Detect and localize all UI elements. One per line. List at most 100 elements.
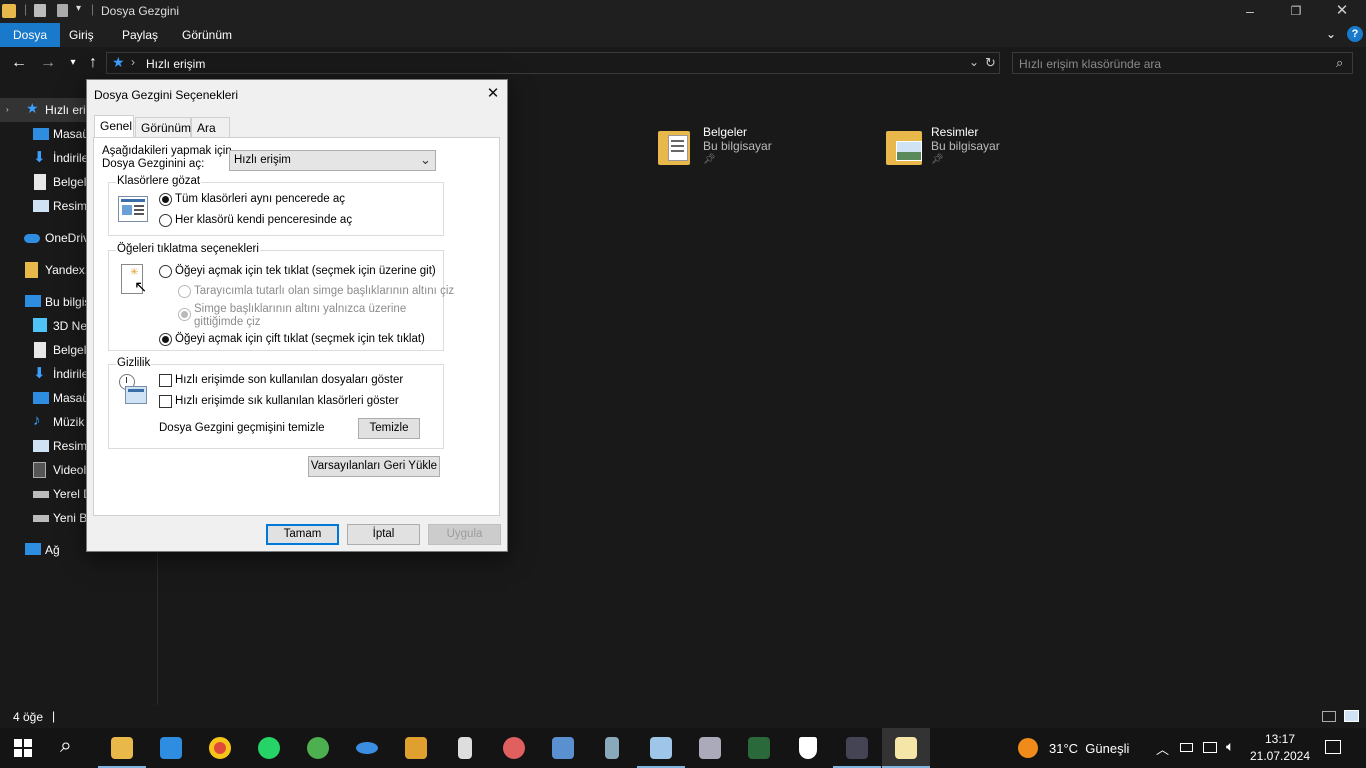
tile-pictures[interactable]: Resimler Bu bilgisayar 📌︎ xyxy=(931,125,1000,165)
network-icon xyxy=(25,543,41,555)
app-taskbar-icon[interactable] xyxy=(343,728,391,768)
frequent-folders-checkbox[interactable] xyxy=(159,395,172,408)
clock-date[interactable]: 21.07.2024 xyxy=(1248,749,1312,763)
notifications-icon[interactable] xyxy=(1325,740,1341,754)
close-button[interactable]: ✕ xyxy=(1319,0,1365,23)
large-icons-view-icon[interactable] xyxy=(1344,710,1359,722)
chevron-down-icon[interactable]: ⌄ xyxy=(420,152,431,168)
documents-folder-icon[interactable] xyxy=(656,125,692,169)
terminal-taskbar-icon[interactable] xyxy=(735,728,783,768)
general-tab-panel: Aşağıdakileri yapmak için Dosya Gezginin… xyxy=(93,137,500,516)
notepad-taskbar-icon[interactable] xyxy=(637,728,685,768)
chrome-taskbar-icon[interactable] xyxy=(196,728,244,768)
desktop-icon xyxy=(33,128,49,140)
tab-home[interactable]: Giriş xyxy=(56,23,107,47)
underline-browser-radio[interactable] xyxy=(178,285,191,298)
tab-view[interactable]: Görünüm xyxy=(169,23,245,47)
new-folder-icon[interactable] xyxy=(57,4,68,17)
cloud-icon xyxy=(24,234,40,243)
refresh-icon[interactable]: ↻ xyxy=(985,55,996,71)
restore-defaults-button[interactable]: Varsayılanları Geri Yükle xyxy=(308,456,440,477)
privacy-icon xyxy=(119,374,149,406)
properties-icon[interactable] xyxy=(34,4,46,17)
tab-file[interactable]: Dosya xyxy=(0,23,61,47)
open-to-select[interactable]: Hızlı erişim ⌄ xyxy=(229,150,436,171)
underline-hover-label-1[interactable]: Simge başlıklarının altını yalnızca üzer… xyxy=(194,303,406,315)
globe-taskbar-icon[interactable] xyxy=(294,728,342,768)
apply-button[interactable]: Uygula xyxy=(428,524,501,545)
double-click-label[interactable]: Öğeyi açmak için çift tıklat (seçmek içi… xyxy=(175,333,425,345)
notes-taskbar-icon[interactable] xyxy=(882,728,930,768)
archive-taskbar-icon[interactable] xyxy=(588,728,636,768)
own-window-label[interactable]: Her klasörü kendi penceresinde aç xyxy=(175,214,352,226)
cancel-button[interactable]: İptal xyxy=(347,524,420,545)
tab-share[interactable]: Paylaş xyxy=(109,23,171,47)
details-view-icon[interactable] xyxy=(1322,711,1336,722)
desktop-icon xyxy=(33,392,49,404)
store-taskbar-icon[interactable] xyxy=(147,728,195,768)
address-bar[interactable]: ★ › Hızlı erişim ⌄ ↻ xyxy=(106,52,1000,74)
battery-icon[interactable] xyxy=(1180,743,1193,752)
tile-documents[interactable]: Belgeler Bu bilgisayar 📌︎ xyxy=(703,125,772,165)
same-window-label[interactable]: Tüm klasörleri aynı pencerede aç xyxy=(175,193,345,205)
tab-search[interactable]: Ara xyxy=(191,117,230,138)
minimize-button[interactable]: – xyxy=(1227,0,1273,23)
network-status-icon[interactable] xyxy=(1203,742,1217,753)
chevron-right-icon[interactable]: › xyxy=(131,55,135,69)
underline-hover-label-2[interactable]: gittiğimde çiz xyxy=(194,316,260,328)
tab-view[interactable]: Görünüm xyxy=(135,117,191,138)
monitor-taskbar-icon[interactable] xyxy=(686,728,734,768)
volume-icon[interactable]: 🔈︎ xyxy=(1226,738,1234,755)
dialog-close-button[interactable]: ✕ xyxy=(483,85,503,103)
weather-text[interactable]: 31°C Güneşli xyxy=(1049,741,1129,756)
search-placeholder: Hızlı erişim klasöründe ara xyxy=(1019,57,1162,71)
frequent-folders-label[interactable]: Hızlı erişimde sık kullanılan klasörleri… xyxy=(175,395,399,407)
separator-icon: | xyxy=(91,2,95,16)
window-taskbar-icon[interactable] xyxy=(539,728,587,768)
address-dropdown-icon[interactable]: ⌄ xyxy=(969,55,979,69)
underline-hover-radio[interactable] xyxy=(178,308,191,321)
clear-history-button[interactable]: Temizle xyxy=(358,418,420,439)
single-click-label[interactable]: Öğeyi açmak için tek tıklat (seçmek için… xyxy=(175,265,436,277)
clock-time[interactable]: 13:17 xyxy=(1252,732,1308,746)
pictures-folder-icon[interactable] xyxy=(884,125,924,169)
browse-folders-group xyxy=(108,182,444,236)
search-icon[interactable]: ⌕ xyxy=(1336,55,1343,71)
documents-icon xyxy=(34,342,46,358)
expand-chevron-icon[interactable]: › xyxy=(6,105,9,114)
recent-files-checkbox[interactable] xyxy=(159,374,172,387)
tab-general[interactable]: Genel xyxy=(94,115,134,137)
help-icon[interactable]: ? xyxy=(1347,26,1363,42)
game-taskbar-icon[interactable] xyxy=(833,728,881,768)
search-input[interactable]: Hızlı erişim klasöründe ara ⌕ xyxy=(1012,52,1353,74)
file-explorer-taskbar-icon[interactable] xyxy=(98,728,146,768)
single-click-radio[interactable] xyxy=(159,265,172,278)
underline-browser-label[interactable]: Tarayıcımla tutarlı olan simge başlıklar… xyxy=(194,285,454,297)
pin-icon: 📌︎ xyxy=(703,154,716,165)
up-arrow-icon[interactable]: ↑ xyxy=(83,53,103,73)
address-path[interactable]: Hızlı erişim xyxy=(146,57,205,71)
quick-access-dropdown-icon[interactable]: ▾ xyxy=(76,3,81,19)
own-window-radio[interactable] xyxy=(159,214,172,227)
ok-button[interactable]: Tamam xyxy=(266,524,339,545)
whatsapp-taskbar-icon[interactable] xyxy=(245,728,293,768)
recent-locations-icon[interactable]: ▾ xyxy=(63,53,83,73)
recent-files-label[interactable]: Hızlı erişimde son kullanılan dosyaları … xyxy=(175,374,403,386)
back-arrow-icon[interactable]: ← xyxy=(9,53,29,73)
windows-start-icon[interactable] xyxy=(14,739,32,757)
forward-arrow-icon[interactable]: → xyxy=(38,53,58,73)
tools-taskbar-icon[interactable] xyxy=(392,728,440,768)
paint-taskbar-icon[interactable] xyxy=(490,728,538,768)
show-hidden-icons-icon[interactable]: ︿ xyxy=(1156,739,1169,758)
double-click-radio[interactable] xyxy=(159,333,172,346)
cube-icon xyxy=(33,318,47,332)
security-taskbar-icon[interactable] xyxy=(784,728,832,768)
separator-icon: | xyxy=(24,2,28,16)
person-taskbar-icon[interactable] xyxy=(441,728,489,768)
weather-sun-icon[interactable] xyxy=(1018,738,1038,758)
dialog-title: Dosya Gezgini Seçenekleri xyxy=(94,88,239,102)
restore-button[interactable]: ❐ xyxy=(1273,0,1319,23)
search-icon[interactable]: ⌕ xyxy=(60,734,72,758)
ribbon-expand-icon[interactable]: ⌄ xyxy=(1326,27,1336,41)
same-window-radio[interactable] xyxy=(159,193,172,206)
